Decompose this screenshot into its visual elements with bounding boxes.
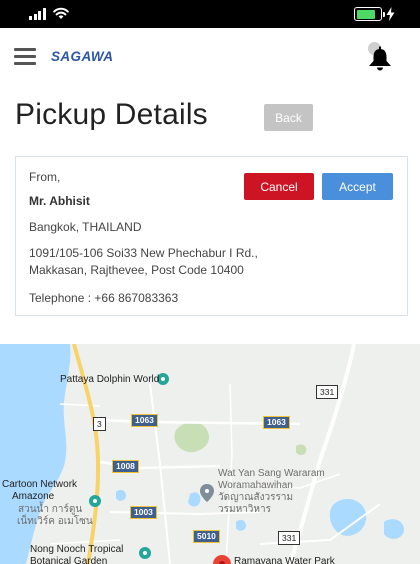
- sender-address-line1: 1091/105-106 Soi33 New Phechabur I Rd.,: [29, 246, 258, 260]
- pickup-card: From, Mr. Abhisit Bangkok, THAILAND 1091…: [15, 156, 408, 316]
- accept-button[interactable]: Accept: [322, 173, 393, 200]
- road-badge-1008: 1008: [112, 460, 139, 473]
- map-label-nong-nooch-2: Botanical Garden: [30, 556, 108, 564]
- map-label-dolphin-world: Pattaya Dolphin World: [60, 374, 160, 385]
- road-badge-5010: 5010: [193, 530, 220, 543]
- map-label-nong-nooch: Nong Nooch Tropical: [30, 544, 124, 555]
- road-shield-331: 331: [316, 385, 339, 399]
- charging-bolt-icon: [386, 7, 395, 21]
- map-label-cartoon-network-thai-2: เน็ทเวิร์ค อเมโซน: [17, 516, 93, 527]
- status-bar: [0, 0, 420, 28]
- map-label-wat-yan-thai: วัดญาณสังวรราม: [218, 492, 294, 503]
- cartoon-network-pin-icon: [89, 495, 101, 507]
- battery-icon: [354, 7, 385, 21]
- sender-name: Mr. Abhisit: [29, 194, 90, 208]
- hamburger-menu-icon[interactable]: [14, 48, 36, 66]
- map-label-wat-yan-thai-2: วรมหาวิหาร: [218, 504, 271, 515]
- nong-nooch-pin-icon: [139, 547, 151, 559]
- map-label-wat-yan: Wat Yan Sang Wararam: [218, 468, 325, 479]
- map-label-cartoon-network-thai: สวนน้ำ การ์ตูน: [18, 504, 83, 515]
- map-label-cartoon-network-2: Amazone: [12, 491, 55, 502]
- bell-icon: [369, 46, 391, 71]
- signal-icon: [29, 8, 47, 20]
- brand-logo: SAGAWA: [51, 49, 114, 64]
- from-label: From,: [29, 170, 61, 184]
- road-shield-3: 3: [93, 417, 106, 431]
- road-shield-331: 331: [278, 531, 301, 545]
- map-view[interactable]: Pattaya Dolphin World Cartoon Network Am…: [0, 344, 420, 564]
- park-area: [296, 444, 307, 455]
- cancel-button[interactable]: Cancel: [244, 173, 314, 200]
- sender-telephone: Telephone : +66 867083363: [29, 291, 179, 305]
- sender-city: Bangkok, THAILAND: [29, 220, 142, 234]
- notification-button[interactable]: [364, 40, 396, 74]
- map-label-wat-yan-2: Woramahawihan: [218, 480, 293, 491]
- map-label-ramayana: Ramayana Water Park: [234, 556, 335, 564]
- page-title: Pickup Details: [15, 98, 208, 131]
- road-badge-1063: 1063: [263, 416, 290, 429]
- road-badge-1003: 1003: [130, 506, 157, 519]
- road-badge-1063: 1063: [131, 414, 158, 427]
- back-button[interactable]: Back: [264, 104, 313, 131]
- sender-address-line2: Makkasan, Rajthevee, Post Code 10400: [29, 263, 244, 277]
- wifi-icon: [53, 7, 69, 19]
- map-label-cartoon-network: Cartoon Network: [2, 479, 78, 490]
